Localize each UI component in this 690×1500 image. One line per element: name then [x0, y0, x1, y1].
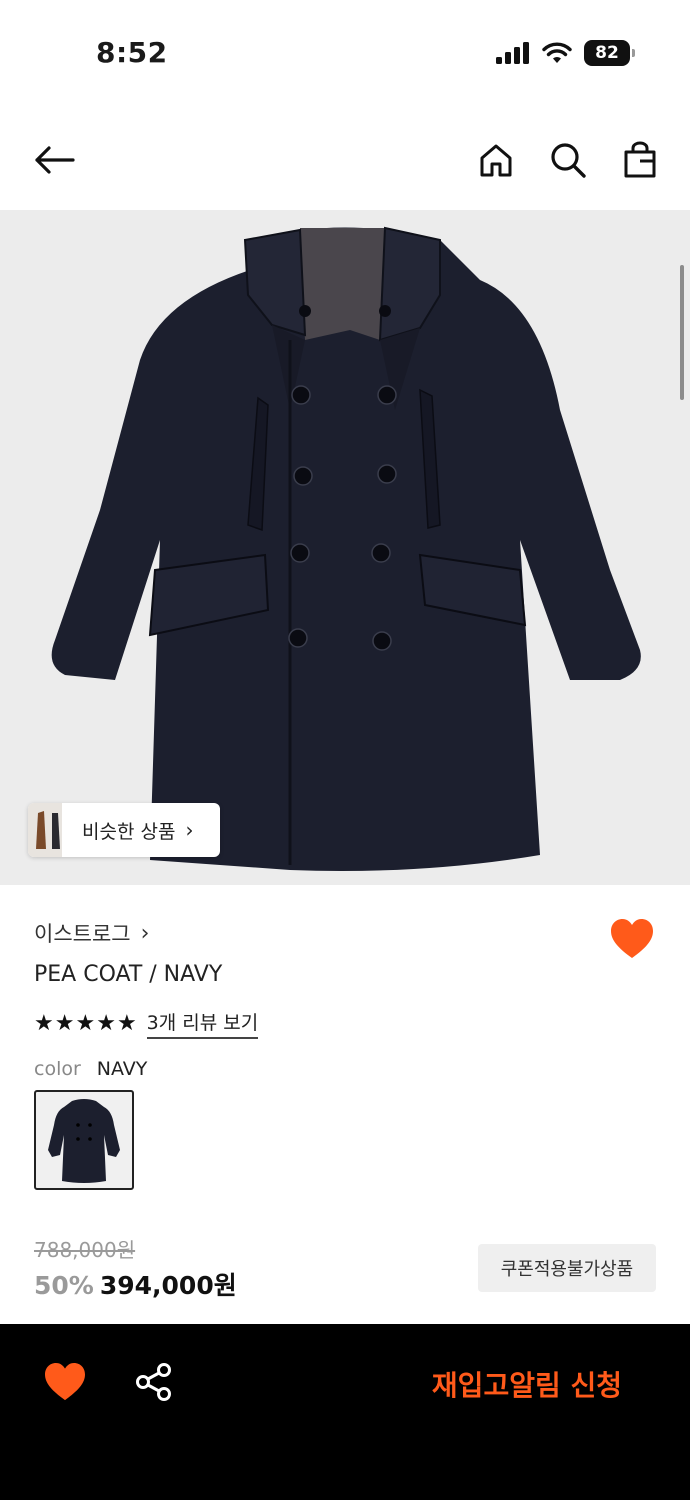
color-option-thumbnail [48, 1099, 120, 1183]
app-header [0, 120, 690, 200]
color-label: color [34, 1058, 81, 1080]
shopping-bag-icon [624, 141, 656, 178]
similar-products-label: 비슷한 상품 [82, 820, 176, 843]
cellular-signal-icon [496, 42, 529, 64]
price-row: 50% 394,000원 [34, 1266, 237, 1302]
original-price: 788,000원 [34, 1238, 136, 1262]
similar-product-thumbnail [28, 803, 62, 857]
wishlist-heart-icon[interactable] [610, 918, 654, 960]
star-icon: ★ [34, 1010, 54, 1036]
back-button[interactable] [32, 138, 76, 182]
brand-link[interactable]: 이스트로그 › [34, 918, 149, 948]
arrow-left-icon [35, 146, 75, 174]
star-icon: ★ [116, 1010, 137, 1036]
product-image[interactable]: 비슷한 상품 › [0, 210, 690, 885]
color-value: NAVY [96, 1058, 148, 1080]
product-name: PEA COAT / NAVY [34, 962, 223, 987]
home-icon [480, 144, 512, 177]
discount-rate: 50% [34, 1271, 94, 1300]
review-link[interactable]: 3개 리뷰 보기 [146, 1008, 259, 1039]
battery-indicator: 82 [584, 40, 635, 66]
color-option-navy[interactable] [34, 1090, 134, 1190]
home-button[interactable] [474, 138, 518, 182]
chevron-right-icon: › [140, 920, 150, 946]
bottom-action-bar: 재입고알림 신청 [0, 1324, 690, 1500]
final-price: 394,000원 [99, 1271, 237, 1300]
restock-alert-button[interactable]: 재입고알림 신청 [432, 1364, 622, 1404]
brand-name: 이스트로그 [34, 922, 131, 946]
coupon-badge: 쿠폰적용불가상품 [478, 1244, 656, 1292]
search-button[interactable] [546, 138, 590, 182]
star-icon: ★ [75, 1010, 96, 1036]
wishlist-heart-icon[interactable] [44, 1362, 86, 1402]
status-icons: 82 [496, 40, 635, 66]
status-time: 8:52 [96, 36, 168, 69]
rating-stars: ★ ★ ★ ★ ★ [34, 1010, 137, 1036]
status-bar: 8:52 82 [0, 0, 690, 110]
share-icon[interactable] [134, 1362, 174, 1402]
star-icon: ★ [54, 1010, 75, 1036]
star-icon: ★ [96, 1010, 116, 1036]
search-icon [551, 143, 586, 178]
wifi-icon [542, 42, 572, 63]
cart-button[interactable] [618, 138, 662, 182]
chevron-right-icon: › [185, 818, 194, 842]
rating-row: ★ ★ ★ ★ ★ 3개 리뷰 보기 [34, 1008, 259, 1039]
color-row: color NAVY [34, 1058, 147, 1080]
similar-products-button[interactable]: 비슷한 상품 › [28, 803, 220, 857]
image-scroll-indicator [680, 265, 684, 400]
coat-image [51, 226, 641, 871]
